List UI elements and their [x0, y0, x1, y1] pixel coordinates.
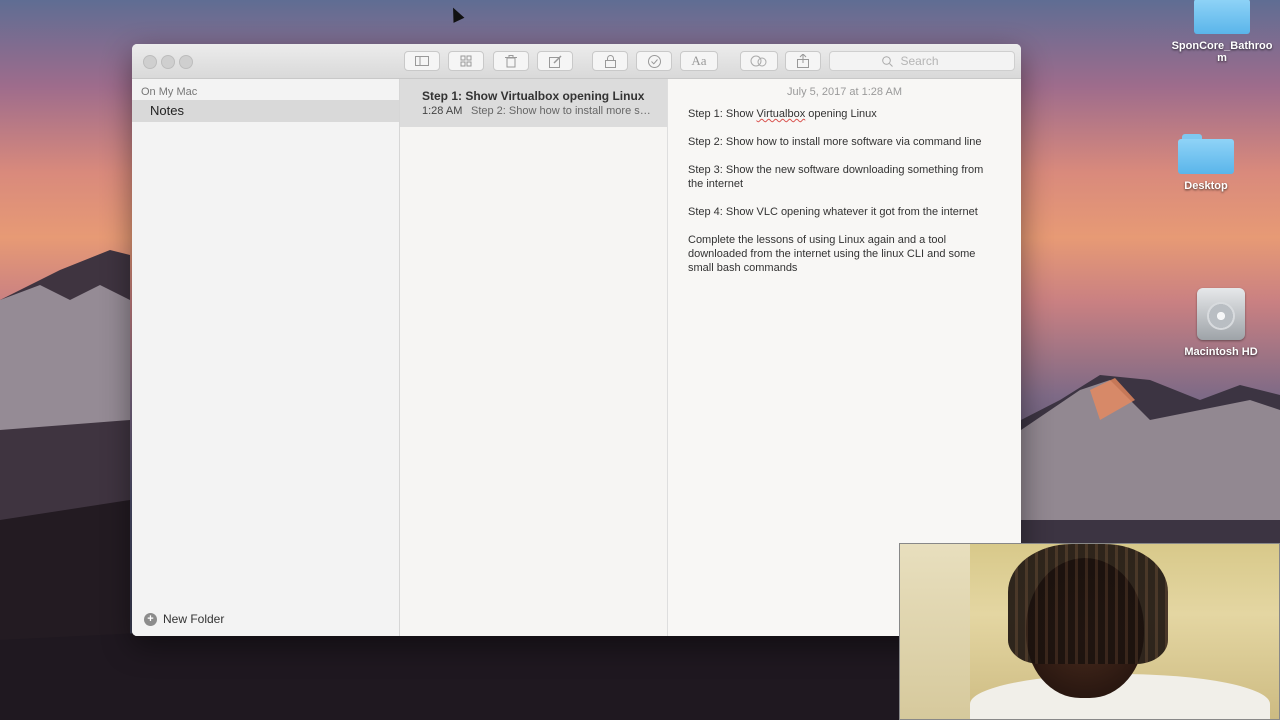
text-format-icon: Aa — [691, 53, 707, 68]
toolbar: Aa — [132, 44, 1021, 79]
compose-icon — [548, 54, 562, 68]
desktop-item-label: Macintosh HD — [1184, 346, 1258, 358]
note-paragraph: Complete the lessons of using Linux agai… — [688, 234, 976, 274]
new-folder-label: New Folder — [163, 612, 225, 626]
share-button[interactable] — [785, 51, 821, 71]
webcam-background — [900, 544, 970, 719]
lock-note-button[interactable] — [592, 51, 628, 71]
note-body[interactable]: Step 1: Show Virtualbox opening Linux St… — [688, 107, 998, 289]
grid-icon — [460, 55, 472, 67]
note-paragraph: Step 3: Show the new software downloadin… — [688, 164, 984, 190]
note-text: opening Linux — [805, 108, 877, 120]
webcam-person-hair — [1008, 544, 1168, 664]
trash-icon — [505, 54, 517, 67]
search-field[interactable] — [829, 51, 1015, 71]
notes-window: Aa On My Mac Notes + New Folder Step 1: … — [132, 44, 1021, 636]
hard-drive-icon — [1197, 288, 1245, 340]
note-list: Step 1: Show Virtualbox opening Linux 1:… — [400, 79, 668, 636]
delete-note-button[interactable] — [493, 51, 529, 71]
lock-icon — [604, 54, 616, 68]
webcam-overlay — [899, 543, 1280, 720]
toggle-sidebar-button[interactable] — [404, 51, 440, 71]
desktop-item-desktop-folder[interactable]: Desktop — [1151, 134, 1261, 192]
sidebar-item-notes[interactable]: Notes — [132, 100, 399, 122]
add-people-icon — [750, 55, 767, 67]
sidebar-item-label: Notes — [150, 103, 184, 118]
folder-icon — [1178, 134, 1234, 174]
sidebar-section-label: On My Mac — [141, 86, 198, 98]
desktop-item-label: Desktop — [1184, 180, 1228, 192]
note-paragraph: Step 1: Show Virtualbox opening Linux — [688, 107, 998, 121]
note-time: 1:28 AM — [422, 105, 463, 117]
desktop-item-sponcore[interactable]: SponCore_Bathroom — [1167, 0, 1277, 64]
desktop-item-macintosh-hd[interactable]: Macintosh HD — [1166, 288, 1276, 358]
note-title: Step 1: Show Virtualbox opening Linux — [422, 89, 645, 103]
format-text-button[interactable]: Aa — [680, 51, 718, 71]
search-input[interactable] — [898, 53, 963, 69]
desktop-item-label: SponCore_Bathroom — [1171, 40, 1273, 64]
note-paragraph: Step 4: Show VLC opening whatever it got… — [688, 206, 978, 218]
list-item[interactable]: Step 1: Show Virtualbox opening Linux 1:… — [400, 79, 667, 127]
zoom-window-button[interactable] — [179, 55, 193, 69]
checklist-button[interactable] — [636, 51, 672, 71]
share-icon — [797, 54, 809, 68]
new-note-button[interactable] — [537, 51, 573, 71]
close-window-button[interactable] — [143, 55, 157, 69]
attachments-view-button[interactable] — [448, 51, 484, 71]
misspelled-word[interactable]: Virtualbox — [757, 108, 806, 120]
add-people-button[interactable] — [740, 51, 778, 71]
sidebar-icon — [415, 56, 429, 66]
folders-sidebar: On My Mac Notes + New Folder — [132, 79, 400, 636]
folder-icon — [1194, 0, 1250, 34]
note-snippet: Step 2: Show how to install more softwar… — [471, 105, 656, 117]
search-icon — [881, 55, 893, 67]
note-text: Step 1: Show — [688, 108, 757, 120]
new-folder-button[interactable]: + New Folder — [144, 612, 224, 626]
checkmark-circle-icon — [647, 54, 661, 68]
note-date: July 5, 2017 at 1:28 AM — [787, 86, 902, 98]
plus-circle-icon: + — [144, 612, 157, 626]
note-paragraph: Step 2: Show how to install more softwar… — [688, 136, 982, 148]
minimize-window-button[interactable] — [161, 55, 175, 69]
